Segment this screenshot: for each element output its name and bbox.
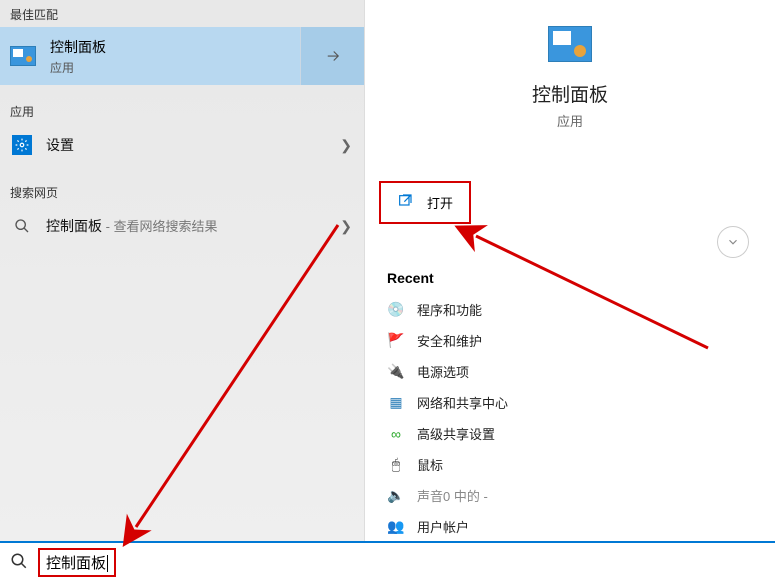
mouse-icon: 🖱 <box>387 456 405 474</box>
arrow-right-icon <box>324 47 342 65</box>
detail-panel: 控制面板 应用 打开 Recent 💿 程序和功能 🚩 安全和维护 🔌 <box>365 0 775 541</box>
chevron-down-icon <box>726 235 740 249</box>
users-icon: 👥 <box>387 518 405 536</box>
section-web: 搜索网页 <box>0 178 364 205</box>
control-panel-icon <box>548 26 592 62</box>
gear-icon <box>12 135 32 155</box>
speaker-icon: 🔈 <box>387 487 405 505</box>
chevron-right-icon: ❯ <box>340 137 352 154</box>
search-icon <box>10 552 28 573</box>
open-action[interactable]: 打开 <box>379 181 471 224</box>
web-label: 控制面板 <box>46 218 102 234</box>
section-apps: 应用 <box>0 97 364 124</box>
network-icon: ▦ <box>387 394 405 412</box>
search-results-panel: 最佳匹配 控制面板 应用 应用 设置 ❯ 搜索网页 控制面板 <box>0 0 365 541</box>
share-icon: ∞ <box>387 425 405 443</box>
result-label: 设置 <box>46 135 340 155</box>
result-web-search[interactable]: 控制面板 - 查看网络搜索结果 ❯ <box>0 205 364 247</box>
detail-title: 控制面板 <box>365 80 775 107</box>
result-settings[interactable]: 设置 ❯ <box>0 124 364 166</box>
flag-icon: 🚩 <box>387 332 405 350</box>
recent-programs[interactable]: 💿 程序和功能 <box>383 294 765 325</box>
search-input[interactable]: 控制面板 <box>38 548 116 577</box>
search-bar: 控制面板 <box>0 541 775 581</box>
recent-header: Recent <box>365 270 456 286</box>
chevron-right-icon: ❯ <box>340 218 352 235</box>
expand-button[interactable] <box>717 226 749 258</box>
web-secondary: - 查看网络搜索结果 <box>102 219 218 234</box>
recent-sharing[interactable]: ∞ 高级共享设置 <box>383 418 765 449</box>
recent-network[interactable]: ▦ 网络和共享中心 <box>383 387 765 418</box>
control-panel-icon <box>10 46 36 66</box>
caret-icon <box>107 555 108 572</box>
best-match-title: 控制面板 <box>50 37 106 57</box>
detail-sub: 应用 <box>365 111 775 130</box>
open-label: 打开 <box>427 193 453 212</box>
power-icon: 🔌 <box>387 363 405 381</box>
search-icon <box>12 216 32 236</box>
recent-power[interactable]: 🔌 电源选项 <box>383 356 765 387</box>
section-best-match: 最佳匹配 <box>0 0 364 27</box>
best-match-sub: 应用 <box>50 59 106 76</box>
programs-icon: 💿 <box>387 301 405 319</box>
recent-security[interactable]: 🚩 安全和维护 <box>383 325 765 356</box>
best-match-result[interactable]: 控制面板 应用 <box>0 27 364 85</box>
recent-mouse[interactable]: 🖱 鼠标 <box>383 449 765 480</box>
recent-sound[interactable]: 🔈 声音0 中的 - <box>383 480 765 511</box>
recent-users[interactable]: 👥 用户帐户 <box>383 511 765 542</box>
recent-list: 💿 程序和功能 🚩 安全和维护 🔌 电源选项 ▦ 网络和共享中心 ∞ 高级共享设… <box>383 294 765 542</box>
expand-result-button[interactable] <box>300 27 364 85</box>
open-icon <box>397 193 413 212</box>
